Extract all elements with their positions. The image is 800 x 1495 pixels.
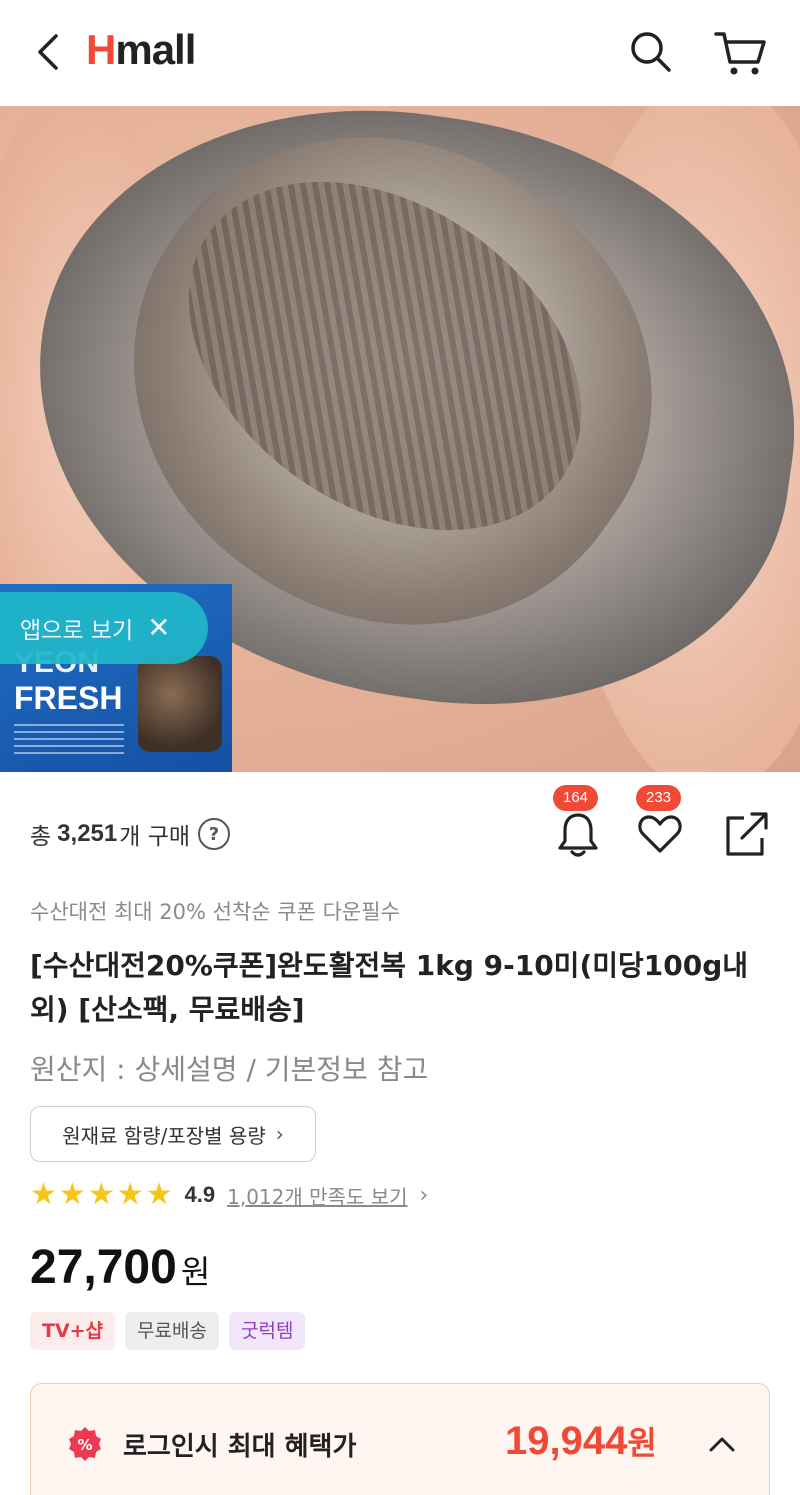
product-title: [수산대전20%쿠폰]완도활전복 1kg 9-10미(미당100g내외) [산소… xyxy=(30,949,749,1026)
star-icon: ★ xyxy=(87,1177,115,1212)
cart-icon xyxy=(714,32,766,75)
benefit-price-value: 19,944 xyxy=(505,1419,628,1463)
cart-button[interactable] xyxy=(712,28,768,78)
search-button[interactable] xyxy=(626,28,674,76)
purchase-prefix: 총 xyxy=(30,824,52,850)
sale-price-unit: 원 xyxy=(180,1253,211,1291)
star-icon: ★ xyxy=(145,1177,173,1212)
open-in-app-label: 앱으로 보기 xyxy=(20,618,134,644)
pack-fine-print xyxy=(14,724,124,754)
ingredient-spec-button[interactable]: 원재료 함량/포장별 용량 › xyxy=(30,1106,316,1162)
purchase-count: 총 3,251 개 구매 ? xyxy=(30,817,231,851)
sale-price: 27,700 원 xyxy=(30,1240,210,1295)
benefit-price: 19,944원 xyxy=(505,1418,657,1464)
top-app-bar: Hmall xyxy=(0,0,800,106)
tag-good-luck-item: 굿럭템 xyxy=(229,1312,306,1350)
chevron-up-icon[interactable] xyxy=(707,1434,737,1454)
tag-tv-shop: TV+샵 xyxy=(30,1312,116,1350)
review-link[interactable]: 1,012개 만족도 보기 xyxy=(227,1181,407,1210)
promo-text: 수산대전 최대 20% 선착순 쿠폰 다운필수 xyxy=(30,900,400,924)
benefit-price-unit: 원 xyxy=(627,1424,657,1462)
share-button[interactable] xyxy=(722,808,770,860)
rating-stars: ★ ★ ★ ★ ★ xyxy=(30,1180,173,1210)
pack-text-line2: FRESH xyxy=(14,680,123,716)
tag-free-shipping: 무료배송 xyxy=(125,1312,219,1350)
alarm-button[interactable] xyxy=(554,808,602,860)
bell-icon xyxy=(558,813,598,857)
origin-text: 원산지 : 상세설명 / 기본정보 참고 xyxy=(30,1053,429,1086)
sale-price-value: 27,700 xyxy=(30,1241,177,1294)
purchase-suffix: 개 구매 xyxy=(119,824,191,850)
open-in-app-banner[interactable]: 앱으로 보기 ✕ xyxy=(0,592,208,664)
star-icon: ★ xyxy=(116,1177,144,1212)
share-icon xyxy=(726,812,768,856)
product-tags: TV+샵 무료배송 굿럭템 xyxy=(30,1312,306,1350)
pack-abalone-image xyxy=(138,656,222,752)
like-button[interactable] xyxy=(636,808,684,860)
star-icon: ★ xyxy=(58,1177,86,1212)
ingredient-spec-label: 원재료 함량/포장별 용량 xyxy=(62,1123,266,1148)
login-benefit-price-panel[interactable]: % 로그인시 최대 혜택가 19,944원 xyxy=(30,1383,770,1495)
hmall-logo[interactable]: Hmall xyxy=(86,26,196,74)
rating-row: ★ ★ ★ ★ ★ 4.9 1,012개 만족도 보기 › xyxy=(30,1180,428,1210)
back-button[interactable] xyxy=(28,30,68,74)
search-icon xyxy=(631,32,671,72)
help-icon[interactable]: ? xyxy=(198,818,231,850)
rating-score: 4.9 xyxy=(184,1182,216,1207)
chevron-left-icon xyxy=(38,34,58,70)
close-icon[interactable]: ✕ xyxy=(147,614,170,642)
chevron-right-icon[interactable]: › xyxy=(420,1183,429,1208)
heart-icon xyxy=(638,815,682,853)
benefit-label: 로그인시 최대 혜택가 xyxy=(123,1432,357,1462)
star-icon: ★ xyxy=(30,1177,57,1212)
svg-text:%: % xyxy=(77,1436,92,1454)
chevron-right-icon: › xyxy=(275,1122,284,1146)
purchase-count-value: 3,251 xyxy=(57,820,118,847)
discount-coupon-icon: % xyxy=(69,1427,101,1461)
